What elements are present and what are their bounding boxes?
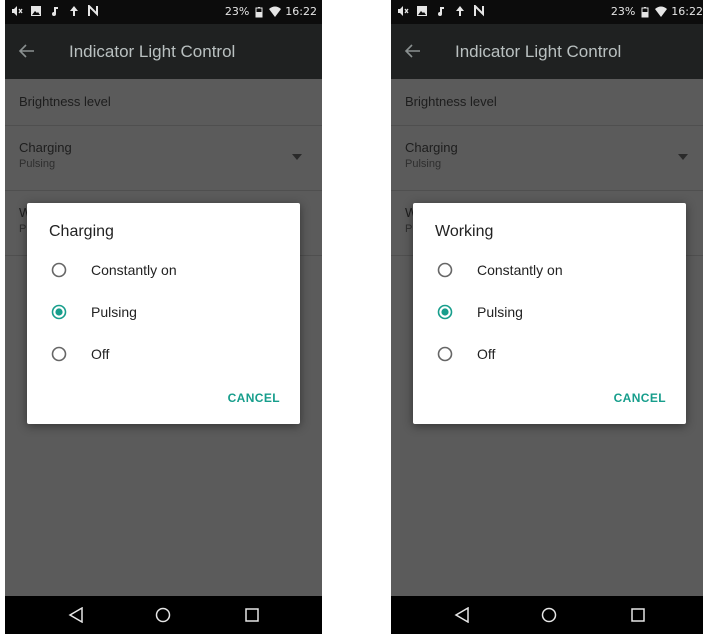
arrow-left-icon[interactable]: [404, 42, 422, 60]
option-label: Pulsing: [91, 304, 137, 320]
clock: 16:22: [671, 5, 703, 18]
status-bar: 23% 16:22: [5, 0, 322, 24]
setting-charging-value: Pulsing: [405, 158, 442, 170]
nav-back-icon[interactable]: [454, 607, 470, 623]
arrow-left-icon[interactable]: [18, 42, 36, 60]
option-label: Off: [477, 346, 496, 362]
radio-checked-icon[interactable]: [437, 304, 453, 320]
setting-charging-title: Charging: [405, 140, 458, 155]
option-off[interactable]: Off: [27, 335, 300, 373]
wifi-icon: [655, 6, 668, 17]
setting-charging-value: Pulsing: [19, 158, 56, 170]
left-phone-screen: 23% 16:22 Indicator Light Control Bright…: [5, 0, 322, 634]
battery-percent: 23%: [224, 5, 250, 18]
music-note-icon: [52, 7, 58, 16]
option-label: Off: [91, 346, 110, 362]
setting-brightness[interactable]: Brightness level: [5, 79, 322, 126]
radio-unchecked-icon[interactable]: [437, 346, 453, 362]
upload-arrow-icon: [456, 6, 464, 16]
setting-brightness-title: Brightness level: [19, 94, 111, 109]
page-title: Indicator Light Control: [455, 42, 622, 61]
dropdown-arrow-icon[interactable]: [292, 154, 302, 160]
option-label: Constantly on: [91, 262, 177, 278]
setting-charging-title: Charging: [19, 140, 72, 155]
cancel-button[interactable]: CANCEL: [228, 391, 280, 405]
radio-unchecked-icon[interactable]: [437, 262, 453, 278]
setting-working-value: P: [19, 223, 27, 235]
app-bar: Indicator Light Control: [391, 24, 703, 79]
setting-charging[interactable]: Charging Pulsing: [5, 126, 322, 191]
status-icons-right: 23% 16:22: [611, 5, 703, 18]
navigation-bar: [391, 596, 703, 634]
battery-icon: [255, 6, 263, 17]
dialog-title: Working: [435, 223, 494, 240]
setting-working-value: P: [405, 223, 413, 235]
nav-recent-apps-icon[interactable]: [245, 608, 259, 622]
cancel-button[interactable]: CANCEL: [614, 391, 666, 405]
status-icons-right: 23% 16:22: [225, 5, 317, 18]
image-icon: [31, 6, 41, 16]
dropdown-arrow-icon[interactable]: [678, 154, 688, 160]
charging-dialog: Charging Constantly on Pulsing Off CANCE…: [27, 203, 300, 424]
radio-checked-icon[interactable]: [51, 304, 67, 320]
status-bar: 23% 16:22: [391, 0, 703, 24]
working-dialog: Working Constantly on Pulsing Off CANCEL: [413, 203, 686, 424]
nav-back-icon[interactable]: [68, 607, 84, 623]
setting-brightness-title: Brightness level: [405, 94, 497, 109]
setting-charging[interactable]: Charging Pulsing: [391, 126, 703, 191]
radio-unchecked-icon[interactable]: [51, 262, 67, 278]
mute-icon: [398, 6, 409, 16]
wifi-icon: [269, 6, 282, 17]
battery-percent: 23%: [610, 5, 636, 18]
navigation-bar: [5, 596, 322, 634]
page-title: Indicator Light Control: [69, 42, 236, 61]
dialog-title: Charging: [49, 223, 114, 240]
app-bar: Indicator Light Control: [5, 24, 322, 79]
clock: 16:22: [285, 5, 317, 18]
nfc-icon: [474, 5, 484, 17]
upload-arrow-icon: [70, 6, 78, 16]
option-pulsing[interactable]: Pulsing: [413, 293, 686, 331]
nav-home-icon[interactable]: [155, 607, 171, 623]
setting-brightness[interactable]: Brightness level: [391, 79, 703, 126]
battery-icon: [641, 6, 649, 17]
radio-unchecked-icon[interactable]: [51, 346, 67, 362]
status-icons-left: [397, 5, 485, 17]
nav-recent-apps-icon[interactable]: [631, 608, 645, 622]
option-off[interactable]: Off: [413, 335, 686, 373]
nfc-icon: [88, 5, 98, 17]
option-label: Constantly on: [477, 262, 563, 278]
option-label: Pulsing: [477, 304, 523, 320]
status-icons-left: [11, 5, 99, 17]
mute-icon: [12, 6, 23, 16]
option-constantly-on[interactable]: Constantly on: [27, 251, 300, 289]
image-icon: [417, 6, 427, 16]
option-constantly-on[interactable]: Constantly on: [413, 251, 686, 289]
nav-home-icon[interactable]: [541, 607, 557, 623]
option-pulsing[interactable]: Pulsing: [27, 293, 300, 331]
music-note-icon: [438, 7, 444, 16]
right-phone-screen: 23% 16:22 Indicator Light Control Bright…: [391, 0, 703, 634]
